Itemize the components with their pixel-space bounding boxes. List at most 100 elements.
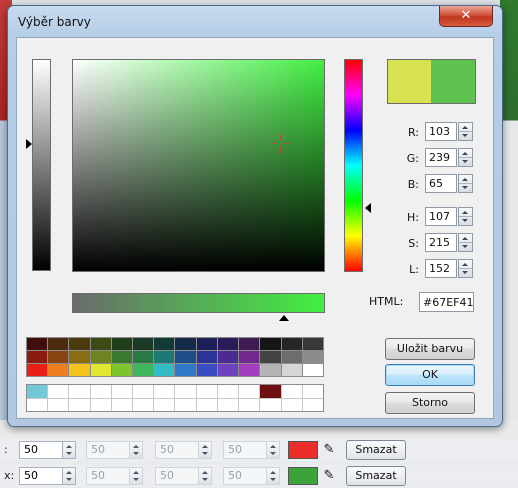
custom-color-swatch[interactable] [90,385,111,398]
b-input[interactable]: 65 [425,174,457,193]
custom-color-swatch[interactable] [90,398,111,411]
custom-color-swatch[interactable] [48,385,69,398]
s-spinner[interactable] [458,233,473,252]
palette-swatch[interactable] [175,351,196,363]
saturation-bar-handle[interactable] [279,315,289,321]
palette-swatch[interactable] [27,351,48,363]
palette-swatch[interactable] [302,351,323,363]
palette-swatch[interactable] [111,351,133,363]
palette-swatch[interactable] [69,338,90,350]
palette-swatch[interactable] [27,338,48,350]
palette-swatch[interactable] [111,338,133,350]
custom-color-swatch[interactable] [27,398,48,411]
palette-swatch[interactable] [111,364,133,376]
palette-swatch[interactable] [217,364,239,376]
custom-color-swatch[interactable] [48,398,69,411]
custom-color-swatch[interactable] [281,398,302,411]
palette-swatch[interactable] [281,364,302,376]
save-color-button[interactable]: Uložit barvu [385,338,475,360]
custom-color-swatch[interactable] [302,385,323,398]
palette-swatch[interactable] [90,364,111,376]
value-spinner-1[interactable] [62,441,76,459]
custom-color-swatch[interactable] [196,398,217,411]
palette-swatch[interactable] [260,338,281,350]
eyedropper-icon[interactable]: ✎ [321,468,337,484]
custom-color-swatch[interactable] [133,398,154,411]
hue-slider[interactable] [344,59,363,272]
custom-color-swatch[interactable] [217,385,239,398]
custom-color-swatch[interactable] [217,398,239,411]
g-input[interactable]: 239 [425,148,457,167]
custom-color-swatch[interactable] [175,398,196,411]
custom-color-swatch[interactable] [154,398,175,411]
b-spinner[interactable] [458,174,473,193]
custom-color-swatch[interactable] [196,385,217,398]
palette-swatch[interactable] [154,364,175,376]
palette-swatch[interactable] [239,364,260,376]
custom-color-palette[interactable] [26,384,324,412]
palette-swatch[interactable] [154,338,175,350]
delete-button[interactable]: Smazat [346,440,406,460]
custom-color-swatch[interactable] [302,398,323,411]
palette-swatch[interactable] [48,351,69,363]
custom-color-swatch[interactable] [133,385,154,398]
custom-color-swatch[interactable] [239,398,260,411]
palette-swatch[interactable] [281,338,302,350]
delete-button[interactable]: Smazat [346,466,406,486]
custom-color-swatch[interactable] [281,385,302,398]
palette-swatch[interactable] [175,364,196,376]
palette-swatch[interactable] [133,351,154,363]
close-button[interactable]: ✕ [439,6,493,27]
r-input[interactable]: 103 [425,122,457,141]
palette-swatch[interactable] [175,338,196,350]
custom-color-swatch[interactable] [69,385,90,398]
r-spinner[interactable] [458,122,473,141]
palette-swatch[interactable] [260,364,281,376]
palette-swatch[interactable] [302,364,323,376]
value-field-1[interactable]: 50 [19,467,63,485]
palette-swatch[interactable] [48,364,69,376]
custom-color-swatch[interactable] [27,385,48,398]
palette-swatch[interactable] [69,351,90,363]
palette-swatch[interactable] [217,351,239,363]
color-spectrum[interactable] [72,59,325,272]
luminance-slider[interactable] [32,59,51,271]
value-spinner-1[interactable] [62,467,76,485]
palette-swatch[interactable] [27,364,48,376]
palette-swatch[interactable] [154,351,175,363]
custom-color-swatch[interactable] [111,385,133,398]
custom-color-swatch[interactable] [260,398,281,411]
palette-swatch[interactable] [133,338,154,350]
h-input[interactable]: 107 [425,207,457,226]
hue-slider-handle[interactable] [365,203,371,213]
custom-color-swatch[interactable] [69,398,90,411]
l-input[interactable]: 152 [425,259,457,278]
eyedropper-icon[interactable]: ✎ [321,442,337,458]
ok-button[interactable]: OK [385,364,475,386]
palette-swatch[interactable] [196,364,217,376]
cancel-button[interactable]: Storno [385,392,475,414]
basic-color-palette[interactable] [26,337,324,377]
custom-color-swatch[interactable] [111,398,133,411]
palette-swatch[interactable] [302,338,323,350]
palette-swatch[interactable] [133,364,154,376]
palette-swatch[interactable] [69,364,90,376]
luminance-slider-handle[interactable] [26,139,32,149]
custom-color-swatch[interactable] [175,385,196,398]
palette-swatch[interactable] [260,351,281,363]
custom-color-swatch[interactable] [154,385,175,398]
palette-swatch[interactable] [90,351,111,363]
palette-swatch[interactable] [217,338,239,350]
palette-swatch[interactable] [90,338,111,350]
palette-swatch[interactable] [48,338,69,350]
palette-swatch[interactable] [281,351,302,363]
palette-swatch[interactable] [196,351,217,363]
crosshair-icon[interactable] [271,134,291,154]
custom-color-swatch[interactable] [260,385,281,398]
color-swatch[interactable] [288,441,318,459]
h-spinner[interactable] [458,207,473,226]
s-input[interactable]: 215 [425,233,457,252]
value-field-1[interactable]: 50 [19,441,63,459]
palette-swatch[interactable] [239,338,260,350]
palette-swatch[interactable] [239,351,260,363]
